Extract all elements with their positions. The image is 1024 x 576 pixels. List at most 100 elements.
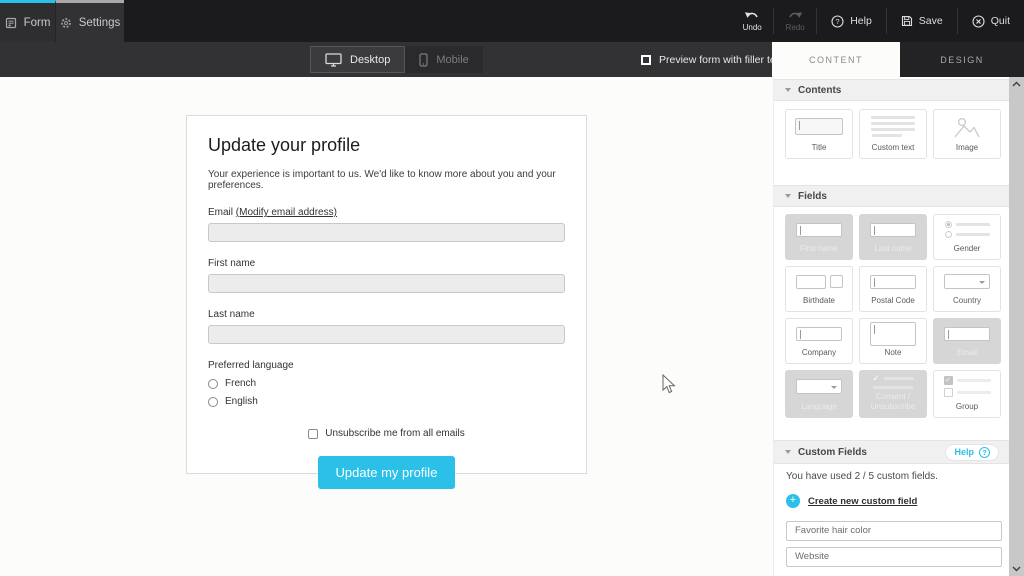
card-label: Birthdate	[800, 296, 838, 306]
language-option-english: English	[208, 396, 565, 407]
create-custom-field-label: Create new custom field	[808, 496, 917, 507]
preview-toolbar: Desktop Mobile Preview form with filler …	[0, 42, 1024, 77]
quit-label: Quit	[991, 15, 1010, 27]
collapse-icon	[785, 194, 791, 198]
unsubscribe-label: Unsubscribe me from all emails	[325, 428, 465, 439]
quit-button[interactable]: Quit	[958, 15, 1024, 28]
form-icon	[5, 17, 17, 29]
field-card-company[interactable]: Company	[785, 318, 853, 364]
contents-section-header[interactable]: Contents	[774, 79, 1010, 101]
select-icon	[796, 379, 842, 394]
undo-icon	[744, 10, 760, 21]
save-button[interactable]: Save	[887, 15, 957, 27]
field-card-birthdate[interactable]: Birthdate	[785, 266, 853, 312]
text-input-icon	[796, 327, 842, 341]
content-card-image[interactable]: Image	[933, 109, 1001, 159]
last-name-label: Last name	[208, 309, 565, 320]
first-name-input[interactable]	[208, 274, 565, 293]
card-label: Language	[798, 402, 840, 412]
card-label: Postal Code	[868, 296, 918, 306]
update-profile-button[interactable]: Update my profile	[318, 456, 456, 489]
modify-email-link[interactable]: (Modify email address)	[236, 207, 337, 218]
custom-fields-section-header[interactable]: Custom Fields Help ?	[774, 440, 1010, 464]
preview-filler-label: Preview form with filler text	[659, 54, 784, 66]
preview-filler-checkbox[interactable]	[641, 55, 651, 65]
top-bar: Form Settings Undo Redo ? Help Save Quit	[0, 0, 1024, 42]
tab-form-label: Form	[24, 17, 51, 29]
form-preview-card[interactable]: Update your profile Your experience is i…	[186, 115, 587, 474]
field-card-last-name[interactable]: Last name	[859, 214, 927, 260]
french-radio[interactable]	[208, 379, 218, 389]
field-card-country[interactable]: Country	[933, 266, 1001, 312]
tab-settings[interactable]: Settings	[56, 0, 124, 42]
redo-button[interactable]: Redo	[774, 10, 816, 32]
undo-button[interactable]: Undo	[731, 10, 773, 32]
unsubscribe-option: Unsubscribe me from all emails	[208, 428, 565, 439]
title-icon	[795, 118, 843, 135]
custom-fields-help-button[interactable]: Help ?	[945, 444, 999, 461]
form-description: Your experience is important to us. We'd…	[208, 169, 565, 191]
tab-design-label: DESIGN	[940, 55, 984, 65]
english-radio[interactable]	[208, 397, 218, 407]
help-button[interactable]: ? Help	[817, 15, 886, 28]
content-card-title[interactable]: Title	[785, 109, 853, 159]
collapse-icon	[785, 450, 791, 454]
mouse-cursor	[662, 374, 678, 401]
content-card-custom-text[interactable]: Custom text	[859, 109, 927, 159]
field-card-email[interactable]: Email	[933, 318, 1001, 364]
field-card-language[interactable]: Language	[785, 370, 853, 418]
redo-icon	[787, 10, 803, 21]
preview-filler-option: Preview form with filler text	[641, 42, 784, 77]
scroll-down-icon[interactable]	[1009, 564, 1024, 574]
unsubscribe-checkbox[interactable]	[308, 429, 318, 439]
form-title: Update your profile	[208, 135, 565, 156]
scroll-up-icon[interactable]	[1009, 79, 1024, 89]
question-icon: ?	[979, 447, 990, 458]
field-card-gender[interactable]: Gender	[933, 214, 1001, 260]
last-name-input[interactable]	[208, 325, 565, 344]
desktop-label: Desktop	[350, 54, 390, 66]
text-input-icon	[870, 223, 916, 237]
plus-icon: +	[786, 494, 800, 508]
text-input-icon	[944, 327, 990, 341]
undo-label: Undo	[743, 23, 762, 32]
sidebar-scrollbar[interactable]	[1009, 77, 1024, 576]
mobile-toggle-button[interactable]: Mobile	[405, 46, 482, 73]
fields-section-header[interactable]: Fields	[774, 185, 1010, 207]
contents-cards: Title Custom text Image	[785, 109, 1001, 159]
tab-settings-label: Settings	[79, 17, 121, 29]
tab-content[interactable]: CONTENT	[772, 42, 900, 77]
desktop-toggle-button[interactable]: Desktop	[310, 46, 405, 73]
custom-field-website[interactable]: Website	[786, 547, 1002, 567]
field-card-first-name[interactable]: First name	[785, 214, 853, 260]
french-label: French	[225, 378, 256, 389]
card-label: Note	[882, 348, 905, 358]
card-label: Consent / Unsubscribe	[860, 392, 926, 412]
mobile-label: Mobile	[436, 54, 468, 66]
text-input-icon	[796, 223, 842, 237]
email-label: Email (Modify email address)	[208, 207, 565, 218]
save-icon	[901, 15, 913, 27]
language-option-french: French	[208, 378, 565, 389]
svg-text:?: ?	[836, 17, 840, 26]
tab-form[interactable]: Form	[0, 0, 56, 42]
fields-cards: First name Last name Gender Birthdate Po…	[785, 214, 1001, 418]
field-card-postal-code[interactable]: Postal Code	[859, 266, 927, 312]
checkbox-list-icon: ✓	[934, 371, 1000, 402]
create-custom-field-button[interactable]: + Create new custom field	[786, 494, 917, 508]
field-card-group[interactable]: ✓ Group	[933, 370, 1001, 418]
tab-design[interactable]: DESIGN	[900, 42, 1024, 77]
first-name-label: First name	[208, 258, 565, 269]
email-input[interactable]	[208, 223, 565, 242]
email-label-text: Email	[208, 207, 233, 218]
field-card-consent-unsubscribe[interactable]: ✓ Consent / Unsubscribe	[859, 370, 927, 418]
field-card-note[interactable]: Note	[859, 318, 927, 364]
custom-field-favorite-hair-color[interactable]: Favorite hair color	[786, 521, 1002, 541]
content-sidebar: Contents Title Custom text Image Fields …	[773, 77, 1009, 576]
card-label: Company	[799, 348, 839, 358]
card-label: Last name	[871, 244, 914, 254]
custom-text-icon	[860, 110, 926, 143]
english-label: English	[225, 396, 258, 407]
contents-section-title: Contents	[798, 85, 841, 96]
form-canvas: Update your profile Your experience is i…	[0, 77, 773, 576]
